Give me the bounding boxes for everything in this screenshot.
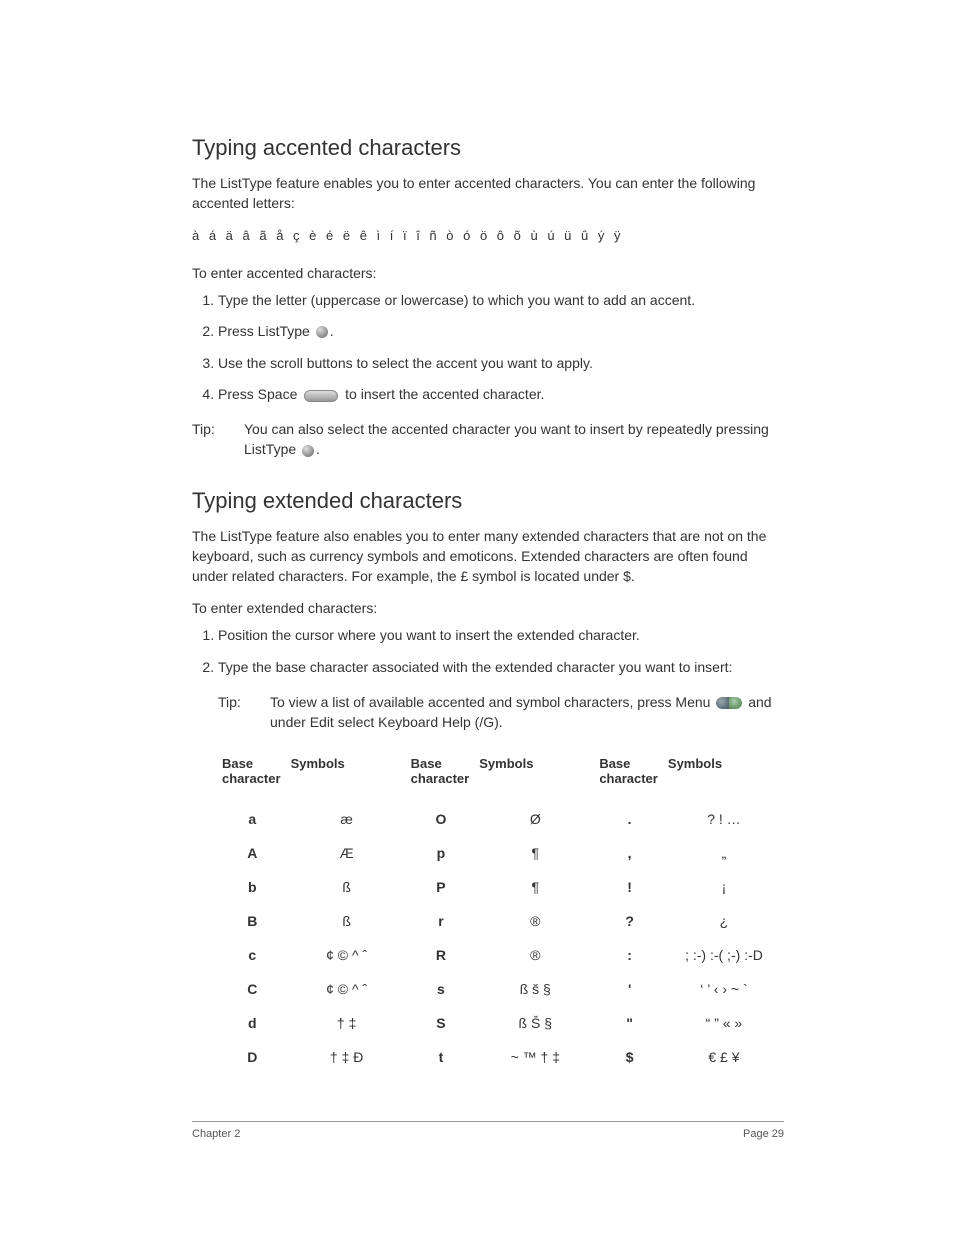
table-row: Bßr®?¿	[218, 904, 784, 938]
character-table: Base character Symbols Base character Sy…	[218, 750, 784, 1074]
base-char: .	[595, 802, 664, 836]
tip-extended: Tip: To view a list of available accente…	[218, 692, 784, 733]
base-char: d	[218, 1006, 287, 1040]
col-symbols: Symbols	[664, 750, 784, 802]
symbol-cell: ß š §	[475, 972, 595, 1006]
step-2: Press ListType .	[218, 322, 784, 342]
symbol-cell: † ‡ Ð	[287, 1040, 407, 1074]
table-row: AÆp¶,„	[218, 836, 784, 870]
base-char: c	[218, 938, 287, 972]
table-row: c¢ © ^ ˆR®:; :-) :-( ;-) :-D	[218, 938, 784, 972]
listtype-icon	[302, 445, 314, 457]
symbol-cell: ß Š §	[475, 1006, 595, 1040]
step-1: Type the letter (uppercase or lowercase)…	[218, 291, 784, 311]
tip-label: Tip:	[218, 692, 270, 733]
col-base: Base character	[595, 750, 664, 802]
base-char: $	[595, 1040, 664, 1074]
symbol-cell: Ø	[475, 802, 595, 836]
base-char: D	[218, 1040, 287, 1074]
heading-extended: Typing extended characters	[192, 488, 784, 514]
subheading-extended: To enter extended characters:	[192, 600, 784, 616]
table-row: D† ‡ Ðt~ ™ † ‡$€ £ ¥	[218, 1040, 784, 1074]
base-char: P	[407, 870, 476, 904]
symbol-cell: ¢ © ^ ˆ	[287, 972, 407, 1006]
base-char: t	[407, 1040, 476, 1074]
symbol-cell: æ	[287, 802, 407, 836]
symbol-cell: ®	[475, 904, 595, 938]
base-char: b	[218, 870, 287, 904]
symbol-cell: ‘ ’ ‹ › ~ `	[664, 972, 784, 1006]
base-char: ,	[595, 836, 664, 870]
intro-extended: The ListType feature also enables you to…	[192, 526, 784, 587]
symbol-cell: ¿	[664, 904, 784, 938]
footer-page: Page 29	[743, 1128, 784, 1140]
base-char: a	[218, 802, 287, 836]
tip-body: To view a list of available accented and…	[270, 692, 784, 733]
symbol-cell: ß	[287, 870, 407, 904]
symbol-cell: Æ	[287, 836, 407, 870]
symbol-cell: ~ ™ † ‡	[475, 1040, 595, 1074]
base-char: O	[407, 802, 476, 836]
space-key-icon	[304, 390, 338, 402]
symbol-cell: ¡	[664, 870, 784, 904]
intro-accented: The ListType feature enables you to ente…	[192, 173, 784, 214]
accented-letters-list: à á ä â ã å ç è é ë ê ì í ï î ñ ò ó ö ô …	[192, 228, 784, 243]
base-char: R	[407, 938, 476, 972]
base-char: p	[407, 836, 476, 870]
symbol-cell: € £ ¥	[664, 1040, 784, 1074]
step-ext-1: Position the cursor where you want to in…	[218, 626, 784, 646]
tip-body: You can also select the accented charact…	[244, 419, 784, 460]
symbol-cell: † ‡	[287, 1006, 407, 1040]
table-row: bßP¶!¡	[218, 870, 784, 904]
col-base: Base character	[218, 750, 287, 802]
base-char: '	[595, 972, 664, 1006]
symbol-cell: ? ! …	[664, 802, 784, 836]
steps-extended: Position the cursor where you want to in…	[192, 626, 784, 677]
symbol-cell: ¶	[475, 836, 595, 870]
symbol-cell: ¢ © ^ ˆ	[287, 938, 407, 972]
base-char: !	[595, 870, 664, 904]
table-row: C¢ © ^ ˆsß š §'‘ ’ ‹ › ~ `	[218, 972, 784, 1006]
symbol-cell: „	[664, 836, 784, 870]
base-char: s	[407, 972, 476, 1006]
heading-accented: Typing accented characters	[192, 135, 784, 161]
table-row: aæOØ.? ! …	[218, 802, 784, 836]
menu-icon	[716, 697, 742, 709]
symbol-cell: ß	[287, 904, 407, 938]
col-symbols: Symbols	[475, 750, 595, 802]
base-char: r	[407, 904, 476, 938]
table-row: d† ‡Sß Š §"“ ” « »	[218, 1006, 784, 1040]
step-ext-2: Type the base character associated with …	[218, 658, 784, 678]
symbol-cell: “ ” « »	[664, 1006, 784, 1040]
symbol-cell: ®	[475, 938, 595, 972]
symbol-cell: ; :-) :-( ;-) :-D	[664, 938, 784, 972]
step-3: Use the scroll buttons to select the acc…	[218, 354, 784, 374]
steps-accented: Type the letter (uppercase or lowercase)…	[192, 291, 784, 405]
footer-chapter: Chapter 2	[192, 1128, 240, 1140]
base-char: B	[218, 904, 287, 938]
base-char: ?	[595, 904, 664, 938]
base-char: A	[218, 836, 287, 870]
tip-accented: Tip: You can also select the accented ch…	[192, 419, 784, 460]
step-4: Press Space to insert the accented chara…	[218, 385, 784, 405]
base-char: "	[595, 1006, 664, 1040]
tip-label: Tip:	[192, 419, 244, 460]
symbol-cell: ¶	[475, 870, 595, 904]
base-char: C	[218, 972, 287, 1006]
listtype-icon	[316, 326, 328, 338]
base-char: S	[407, 1006, 476, 1040]
page-footer: Chapter 2 Page 29	[192, 1121, 784, 1140]
col-symbols: Symbols	[287, 750, 407, 802]
base-char: :	[595, 938, 664, 972]
col-base: Base character	[407, 750, 476, 802]
subheading-accented: To enter accented characters:	[192, 265, 784, 281]
